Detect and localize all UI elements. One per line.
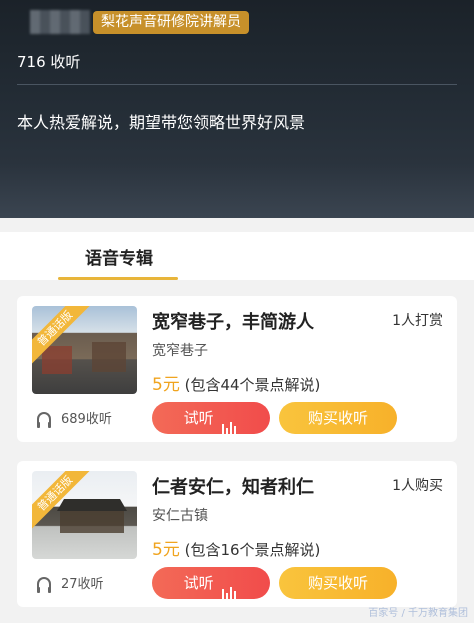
album-location: 安仁古镇	[152, 508, 208, 524]
listen-count: 716 收听	[17, 53, 81, 71]
price-amount: 5元	[152, 540, 180, 560]
price-note: (包含44个景点解说)	[184, 376, 321, 394]
album-title[interactable]: 宽窄巷子，丰简游人	[152, 308, 314, 334]
role-badge: 梨花声音研修院讲解员	[93, 11, 249, 34]
watermark: 百家号 / 千万教育集团	[368, 608, 468, 619]
buy-listen-button[interactable]: 购买收听	[279, 567, 397, 599]
divider	[17, 84, 457, 85]
price-note: (包含16个景点解说)	[184, 541, 321, 559]
headphones-icon	[37, 412, 51, 428]
play-count: 27收听	[37, 573, 104, 593]
guide-intro: 本人热爱解说，期望带您领略世界好风景	[17, 113, 306, 132]
version-ribbon: 普通话版	[32, 471, 92, 531]
album-card[interactable]: 普通话版 仁者安仁，知者利仁 1人购买 安仁古镇 5元 (包含16个景点解说) …	[17, 461, 457, 607]
trial-listen-button[interactable]: 试听	[152, 567, 270, 600]
album-title[interactable]: 仁者安仁，知者利仁	[152, 473, 314, 499]
headphones-icon	[37, 577, 51, 593]
album-cover-image[interactable]: 普通话版	[32, 471, 137, 559]
tab-bar: 语音专辑	[0, 232, 474, 280]
album-location: 宽窄巷子	[152, 343, 208, 359]
trial-listen-button[interactable]: 试听	[152, 402, 270, 435]
album-cover-image[interactable]: 普通话版	[32, 306, 137, 394]
tab-active-indicator	[58, 277, 178, 280]
tab-voice-albums[interactable]: 语音专辑	[85, 244, 153, 269]
play-count: 689收听	[37, 408, 112, 428]
audio-bars-icon	[222, 403, 238, 435]
album-price: 5元 (包含44个景点解说)	[152, 370, 320, 395]
profile-header: 梨花声音研修院讲解员 716 收听 本人热爱解说，期望带您领略世界好风景	[0, 0, 474, 218]
price-amount: 5元	[152, 375, 180, 395]
blurred-name	[30, 10, 90, 34]
buy-listen-button[interactable]: 购买收听	[279, 402, 397, 434]
album-price: 5元 (包含16个景点解说)	[152, 535, 320, 560]
album-card[interactable]: 普通话版 宽窄巷子，丰简游人 1人打赏 宽窄巷子 5元 (包含44个景点解说) …	[17, 296, 457, 442]
audio-bars-icon	[222, 568, 238, 600]
purchase-count: 1人购买	[392, 478, 443, 494]
reward-count: 1人打赏	[392, 313, 443, 329]
version-ribbon: 普通话版	[32, 306, 92, 366]
